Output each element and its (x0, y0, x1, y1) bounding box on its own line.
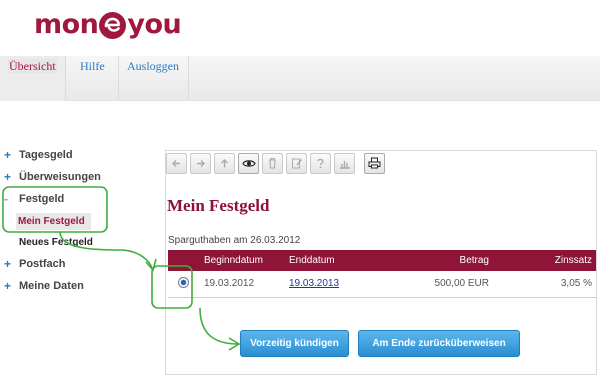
expand-plus-icon: + (4, 148, 12, 162)
transfer-back-button[interactable]: Am Ende zurücküberweisen (358, 330, 520, 357)
arrow-left-icon[interactable] (166, 152, 187, 174)
arrow-right-icon[interactable] (190, 152, 211, 174)
moneyou-logo: mon you (34, 4, 182, 44)
tab-uebersicht[interactable]: Übersicht (0, 56, 66, 101)
logo-text-right: you (127, 8, 182, 40)
tab-hilfe-label: Hilfe (80, 59, 105, 73)
collapse-minus-icon: - (4, 192, 8, 206)
edit-icon[interactable] (286, 152, 307, 174)
sidebar-item-label: Überweisungen (19, 171, 101, 183)
sidebar-item-meine-daten[interactable]: + Meine Daten (4, 279, 84, 293)
top-navigation: Übersicht Hilfe Ausloggen (0, 56, 600, 101)
cell-amount: 500,00 EUR (395, 271, 493, 298)
sidebar-item-ueberweisungen[interactable]: + Überweisungen (4, 170, 101, 184)
trash-icon[interactable] (262, 152, 283, 174)
tab-ausloggen[interactable]: Ausloggen (119, 56, 189, 101)
sidebar-item-postfach[interactable]: + Postfach (4, 257, 65, 271)
table-row: 19.03.2012 19.03.2013 500,00 EUR 3,05 % (168, 271, 596, 298)
column-header-amount: Betrag (459, 255, 489, 266)
expand-plus-icon: + (4, 279, 12, 293)
arrow-up-icon[interactable] (214, 152, 235, 174)
column-header-interest-rate: Zinssatz (554, 255, 592, 266)
end-date-link[interactable]: 19.03.2013 (289, 278, 339, 289)
tab-hilfe[interactable]: Hilfe (66, 56, 119, 101)
cell-begin-date: 19.03.2012 (200, 271, 285, 298)
tab-uebersicht-label: Übersicht (8, 59, 57, 73)
help-icon[interactable] (310, 152, 331, 174)
row-select-radio[interactable] (178, 276, 189, 288)
print-icon[interactable] (364, 152, 385, 174)
column-header-begin-date: Beginndatum (204, 255, 263, 266)
sidebar-item-label: Festgeld (19, 193, 65, 205)
sidebar-subitem-neues-festgeld[interactable]: Neues Festgeld (19, 237, 93, 248)
sidebar-item-tagesgeld[interactable]: + Tagesgeld (4, 148, 73, 162)
sidebar-item-label: Tagesgeld (19, 149, 73, 161)
table-header-row: Beginndatum Enddatum Betrag Zinssatz (168, 250, 596, 271)
expand-plus-icon: + (4, 170, 12, 184)
toolbar (166, 151, 388, 175)
fixed-deposit-table: Beginndatum Enddatum Betrag Zinssatz 19.… (168, 250, 596, 298)
early-cancel-button[interactable]: Vorzeitig kündigen (240, 330, 349, 357)
eye-icon[interactable] (238, 152, 259, 174)
logo-e-mark-icon (99, 11, 127, 39)
annotation-arrowhead-radio (145, 258, 157, 272)
sidebar-subitem-mein-festgeld[interactable]: Mein Festgeld (16, 213, 91, 230)
column-header-end-date: Enddatum (289, 255, 335, 266)
balance-date-caption: Sparguthaben am 26.03.2012 (168, 235, 301, 246)
sidebar-item-label: Meine Daten (19, 280, 84, 292)
page-title: Mein Festgeld (167, 196, 270, 215)
column-header-select (168, 250, 200, 271)
logo-text-left: mon (34, 8, 99, 40)
chart-icon[interactable] (334, 152, 355, 174)
expand-plus-icon: + (4, 257, 12, 271)
tab-ausloggen-label: Ausloggen (127, 59, 179, 73)
sidebar-item-festgeld[interactable]: - Festgeld (4, 192, 64, 206)
sidebar-item-label: Postfach (19, 258, 66, 270)
cell-interest-rate: 3,05 % (493, 271, 596, 298)
